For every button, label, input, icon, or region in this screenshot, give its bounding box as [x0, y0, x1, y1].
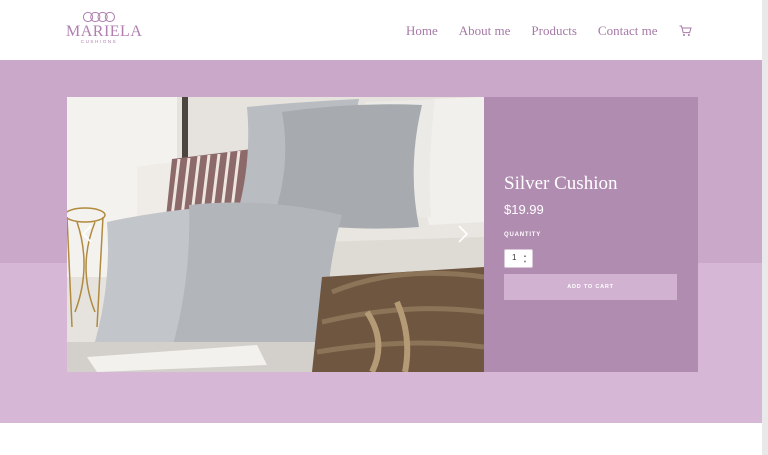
nav-item-home[interactable]: Home [406, 23, 438, 39]
quantity-increase-icon[interactable]: ▲ [522, 253, 528, 258]
add-to-cart-button[interactable]: ADD TO CART [504, 274, 677, 300]
quantity-label: QUANTITY [504, 232, 542, 238]
cushion-photo [67, 97, 484, 372]
product-info-panel: Silver Cushion $19.99 QUANTITY 1 ▲ ▼ ADD… [484, 97, 698, 372]
logo-mark-icon [82, 11, 115, 23]
brand-name: MARIELA [66, 23, 143, 40]
chevron-left-icon [82, 225, 92, 243]
site-header: MARIELA CUSHIONS Home About me Products … [0, 0, 768, 60]
product-title: Silver Cushion [504, 173, 618, 194]
gallery-prev-button[interactable] [77, 219, 97, 249]
nav-item-contact-me[interactable]: Contact me [598, 23, 658, 39]
nav-item-about-me[interactable]: About me [459, 23, 511, 39]
product-image [67, 97, 484, 372]
quantity-stepper[interactable]: 1 ▲ ▼ [504, 249, 533, 268]
quantity-decrease-icon[interactable]: ▼ [522, 259, 528, 264]
cart-icon [679, 25, 692, 36]
cart-button[interactable] [679, 25, 692, 37]
quantity-value[interactable]: 1 [512, 253, 516, 262]
gallery-next-button[interactable] [453, 219, 473, 249]
main-nav: Home About me Products Contact me [406, 21, 692, 41]
nav-item-products[interactable]: Products [531, 23, 577, 39]
chevron-right-icon [458, 225, 468, 243]
brand-logo[interactable]: MARIELA CUSHIONS [66, 11, 143, 49]
product-price: $19.99 [504, 202, 544, 217]
scrollbar-track[interactable] [762, 0, 768, 455]
